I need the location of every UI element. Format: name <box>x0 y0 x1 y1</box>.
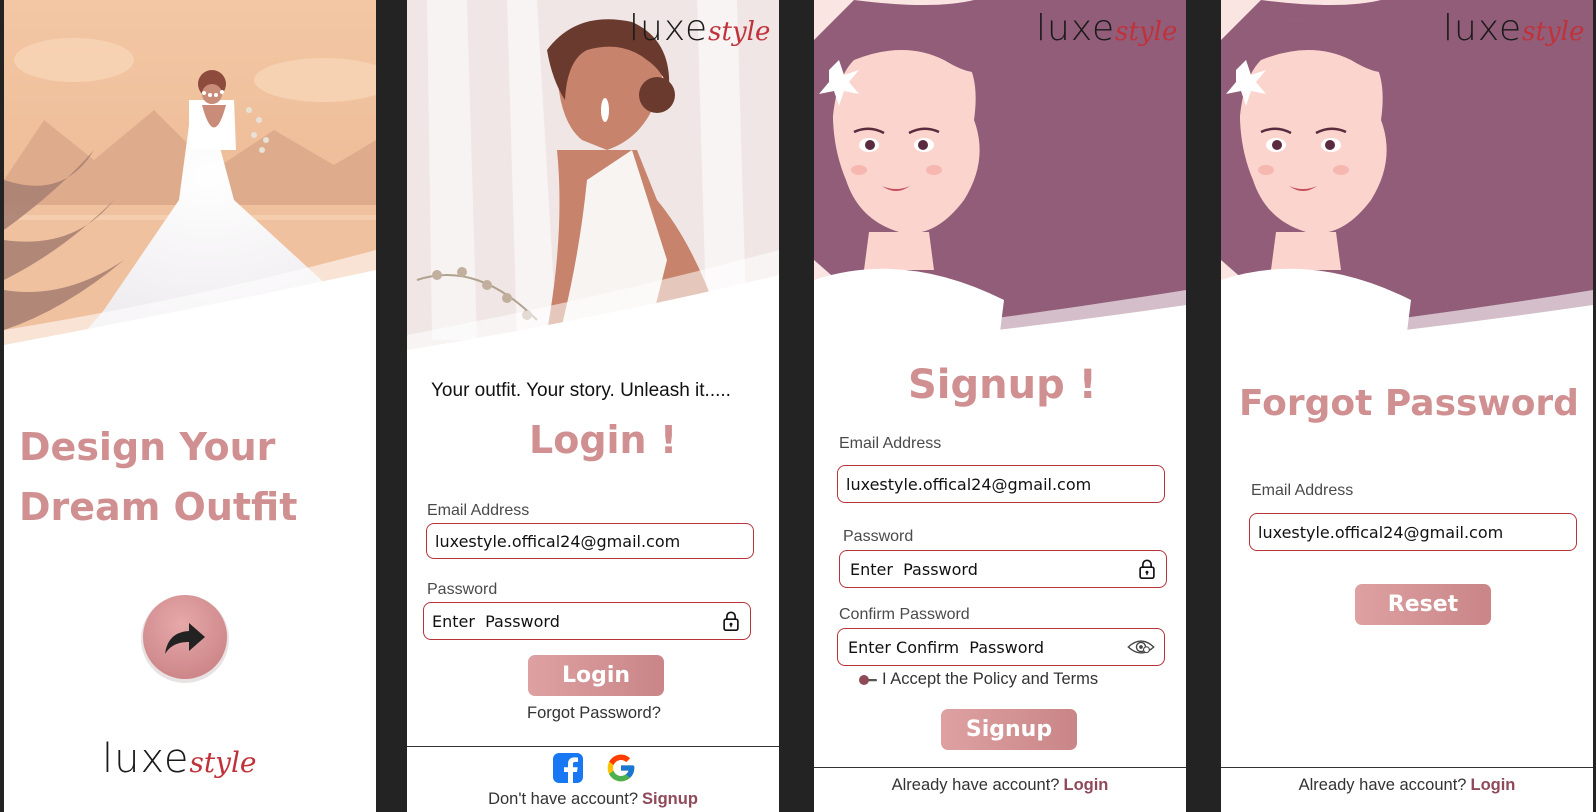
email-field[interactable] <box>837 465 1165 503</box>
google-icon[interactable] <box>605 752 637 784</box>
terms-toggle[interactable] <box>858 673 878 685</box>
email-label: Email Address <box>427 502 530 519</box>
next-button[interactable] <box>141 595 229 683</box>
confirm-password-label: Confirm Password <box>839 606 970 623</box>
share-arrow-icon <box>165 623 205 654</box>
login-button[interactable]: Login <box>528 655 664 696</box>
email-field[interactable] <box>426 523 754 559</box>
footer-divider <box>814 767 1186 768</box>
luxestyle-logo: luxestyle <box>1036 8 1178 49</box>
bride-back-illustration <box>4 0 376 380</box>
forgot-password-screen: luxestyle Forgot Password Email Address … <box>1221 0 1593 812</box>
signup-button[interactable]: Signup <box>941 709 1077 750</box>
luxestyle-logo: luxestyle <box>629 8 771 49</box>
confirm-password-field[interactable] <box>837 628 1165 666</box>
login-prompt-text: Already have account? <box>1298 776 1467 794</box>
forgot-password-link[interactable]: Forgot Password? <box>527 704 661 723</box>
password-input[interactable] <box>432 611 720 631</box>
signup-prompt: Don't have account? Signup <box>407 790 779 809</box>
email-input[interactable] <box>846 474 1156 494</box>
girl-portrait-illustration <box>1221 0 1593 380</box>
footer-divider <box>407 746 779 747</box>
password-label: Password <box>843 528 914 545</box>
welcome-title-line1: Design Your <box>19 425 276 469</box>
footer-divider <box>1221 767 1593 768</box>
login-prompt: Already have account? Login <box>1221 776 1593 795</box>
signup-screen: luxestyle Signup ! Email Address Passwor… <box>814 0 1186 812</box>
eye-icon[interactable] <box>1126 637 1156 657</box>
login-prompt: Already have account? Login <box>814 776 1186 795</box>
facebook-icon[interactable] <box>552 752 584 784</box>
password-input[interactable] <box>850 559 1136 579</box>
email-field[interactable] <box>1249 513 1577 551</box>
luxestyle-logo: luxestyle <box>1443 8 1585 49</box>
lock-icon[interactable] <box>720 610 742 632</box>
welcome-title-line2: Dream Outfit <box>19 485 298 529</box>
signup-title: Signup ! <box>908 362 1097 408</box>
lock-icon[interactable] <box>1136 558 1158 580</box>
welcome-screen: Design Your Dream Outfit luxestyle <box>4 0 376 812</box>
email-label: Email Address <box>1251 482 1354 499</box>
signup-link[interactable]: Signup <box>642 790 698 808</box>
login-screen: luxestyle Your outfit. Your story. Unlea… <box>407 0 779 812</box>
next-button-circle[interactable] <box>143 595 227 679</box>
email-input[interactable] <box>435 531 745 551</box>
login-prompt-text: Already have account? <box>891 776 1060 794</box>
signup-prompt-text: Don't have account? <box>488 790 638 808</box>
password-label: Password <box>427 581 498 598</box>
luxestyle-logo: luxestyle <box>102 736 257 782</box>
email-label: Email Address <box>839 435 942 452</box>
forgot-password-title: Forgot Password <box>1239 383 1579 424</box>
girl-portrait-illustration <box>814 0 1186 380</box>
login-link[interactable]: Login <box>1470 776 1515 794</box>
login-link[interactable]: Login <box>1063 776 1108 794</box>
confirm-password-input[interactable] <box>848 637 1126 657</box>
password-field[interactable] <box>839 550 1167 588</box>
reset-button[interactable]: Reset <box>1355 584 1491 625</box>
password-field[interactable] <box>423 602 751 640</box>
login-title: Login ! <box>529 418 678 462</box>
email-input[interactable] <box>1258 522 1568 542</box>
terms-text: I Accept the Policy and Terms <box>882 670 1099 688</box>
bride-veil-illustration <box>407 0 779 380</box>
tagline: Your outfit. Your story. Unleash it..... <box>431 380 731 401</box>
toggle-icon <box>859 675 877 685</box>
